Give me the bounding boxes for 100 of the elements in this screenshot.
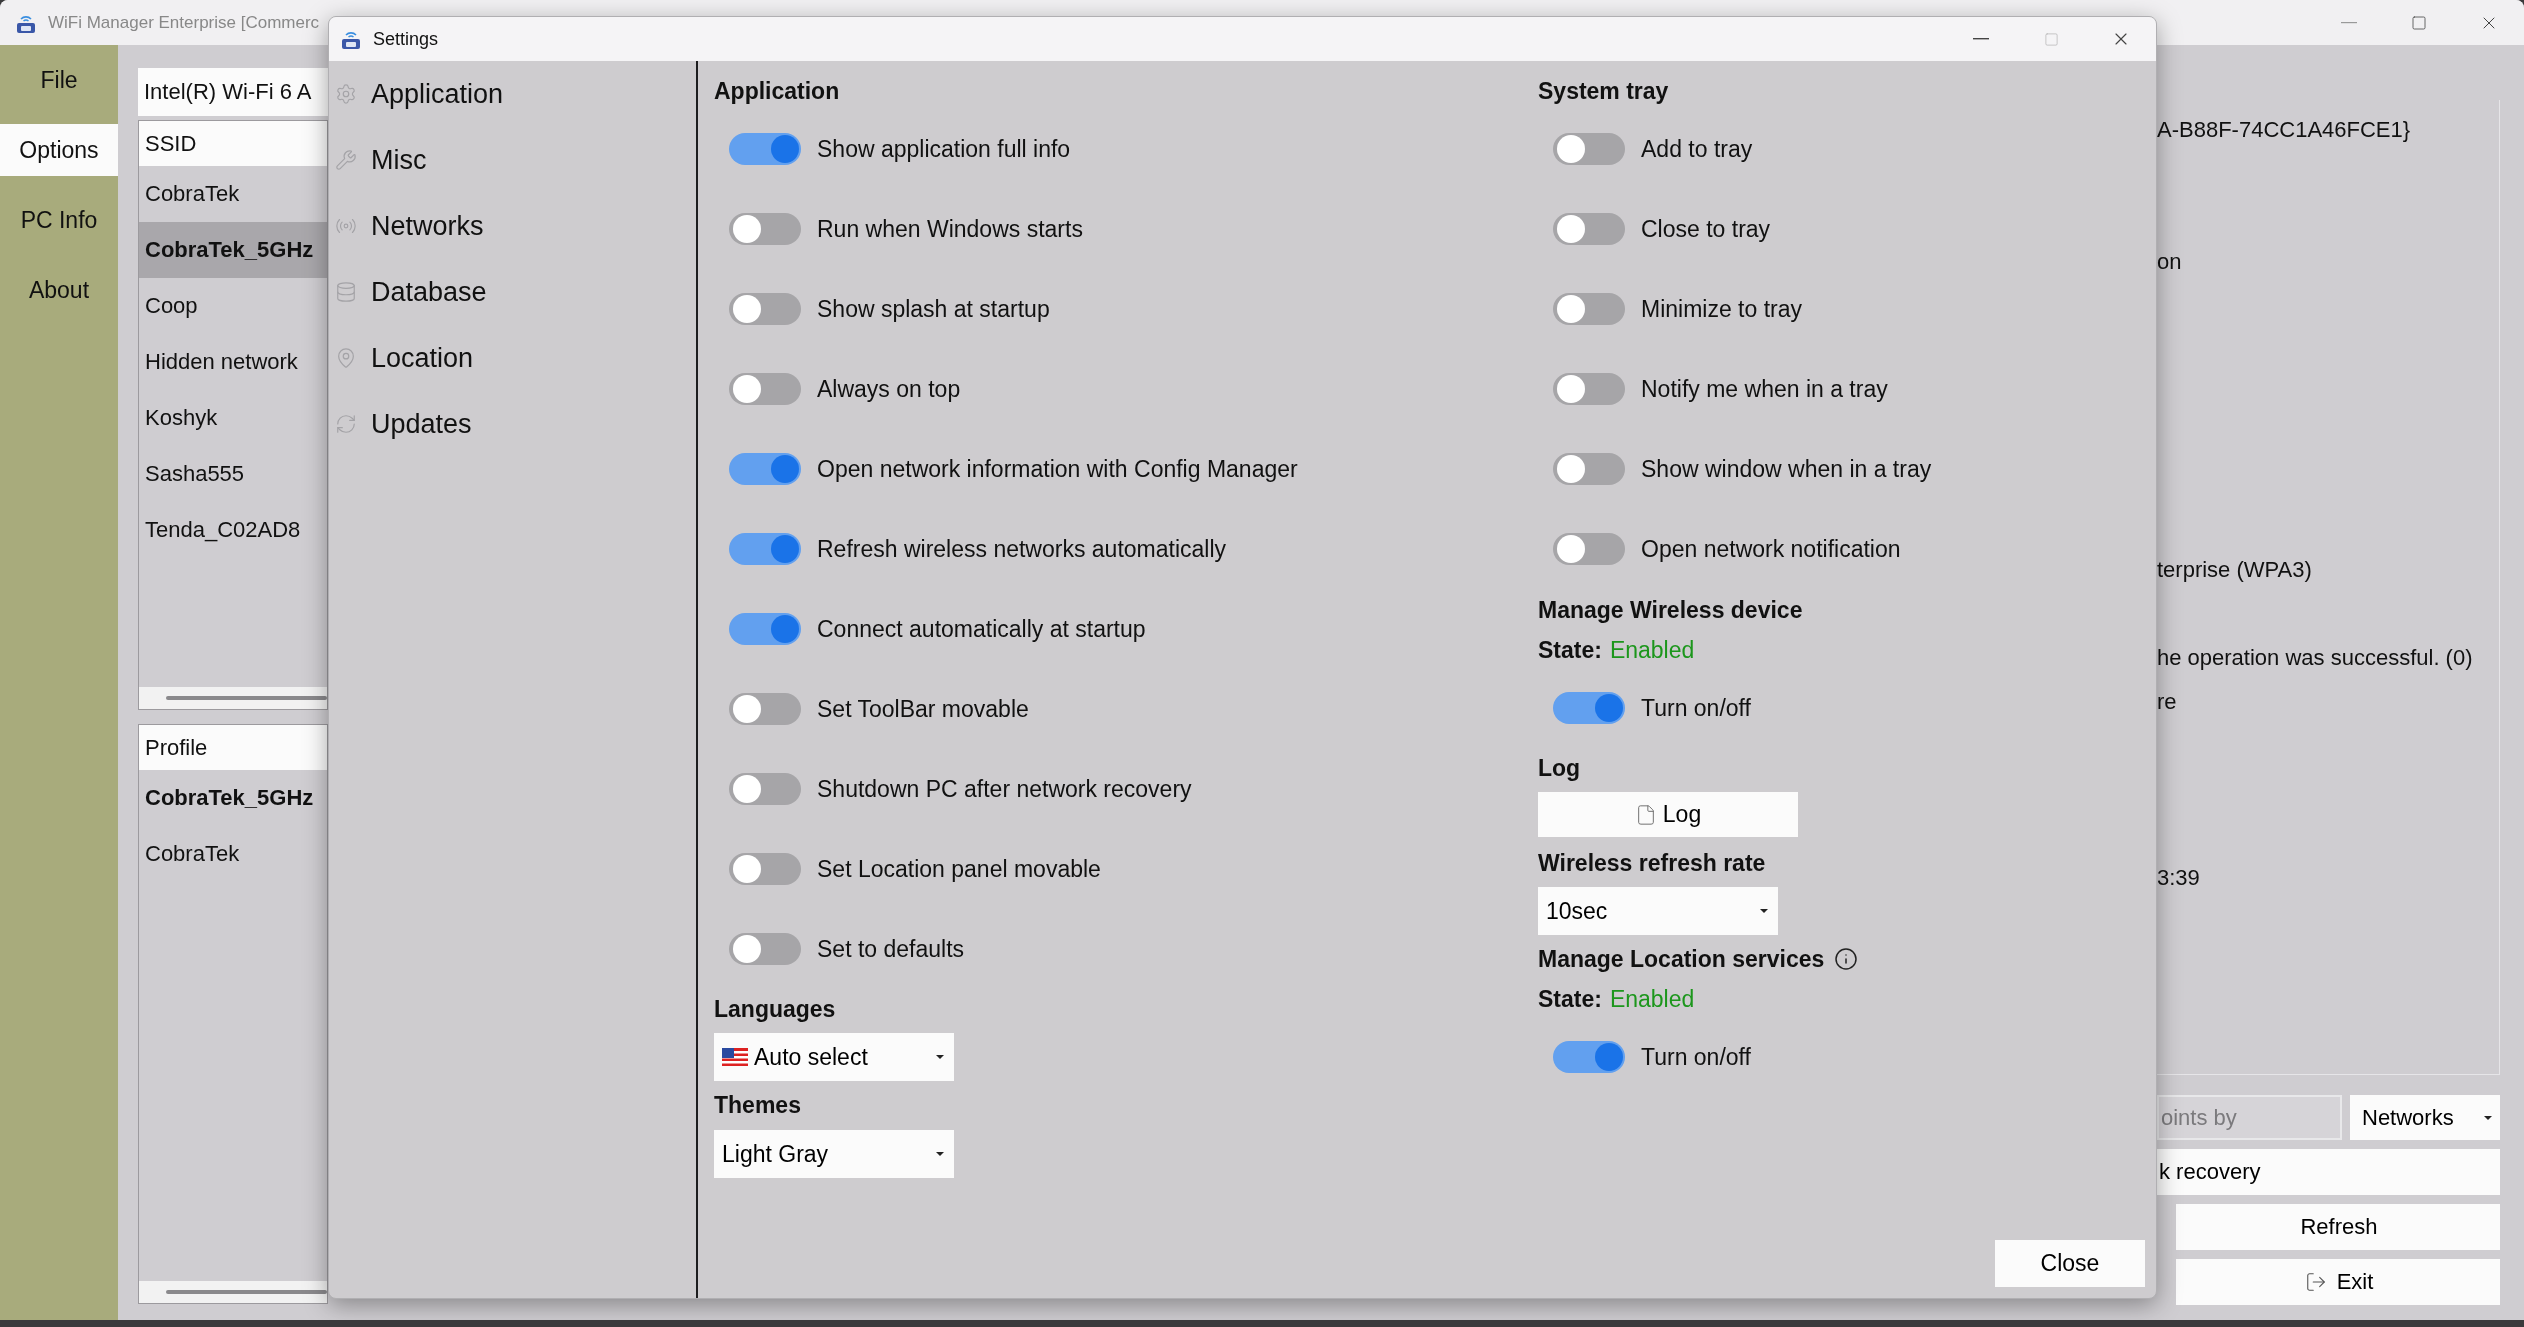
adapter-select[interactable]: Intel(R) Wi-Fi 6 A — [138, 68, 328, 116]
network-row[interactable]: Tenda_C02AD8 — [139, 502, 327, 558]
toggle-label: Open network information with Config Manager — [817, 455, 1298, 483]
toggle-switch[interactable] — [729, 453, 801, 485]
detail-text: re — [2157, 688, 2178, 716]
section-heading: System tray — [1538, 77, 1670, 106]
section-heading: Wireless refresh rate — [1538, 849, 1767, 878]
sidebar-tab[interactable]: Options — [0, 124, 118, 176]
database-icon — [335, 281, 357, 303]
state-label: State: — [1538, 636, 1602, 664]
toggle-label: Minimize to tray — [1641, 295, 1803, 323]
refresh-icon — [335, 413, 357, 435]
nav-item[interactable]: Updates — [329, 391, 696, 457]
nav-item[interactable]: Networks — [329, 193, 696, 259]
toggle-label: Always on top — [817, 375, 961, 403]
network-row[interactable]: CobraTek — [139, 166, 327, 222]
info-icon[interactable] — [1834, 947, 1859, 971]
close-button[interactable]: Close — [1995, 1240, 2145, 1287]
dropdown-caret-icon — [1760, 908, 1768, 914]
section-heading: Manage Wireless device — [1538, 596, 1804, 625]
toggle-label: Show window when in a tray — [1641, 455, 1932, 483]
sidebar-tab[interactable]: PC Info — [0, 194, 118, 246]
toggle-switch[interactable] — [729, 853, 801, 885]
view-dropdown[interactable]: Networks — [2350, 1095, 2500, 1140]
detail-text: he operation was successful. (0) — [2157, 644, 2474, 672]
toggle-label: Run when Windows starts — [817, 215, 1083, 243]
sidebar-tab[interactable]: File — [0, 54, 118, 106]
toggle-switch[interactable] — [729, 293, 801, 325]
profile-row[interactable]: CobraTek — [139, 826, 327, 882]
toggle-label: Close to tray — [1641, 215, 1771, 243]
search-field[interactable]: oints by — [2157, 1095, 2342, 1140]
minimize-icon — [1973, 38, 1989, 40]
dropdown-caret-icon — [936, 1054, 944, 1060]
minimize-icon — [2341, 21, 2357, 24]
horizontal-scrollbar[interactable] — [139, 1281, 327, 1303]
toggle-switch[interactable] — [729, 133, 801, 165]
toggle-switch[interactable] — [1553, 213, 1625, 245]
toggle-switch[interactable] — [729, 933, 801, 965]
gear-icon — [335, 83, 357, 105]
detail-text: on — [2157, 248, 2183, 276]
toggle-switch[interactable] — [729, 773, 801, 805]
column-header[interactable]: SSID — [139, 121, 327, 166]
section-heading: Application — [714, 77, 841, 106]
toggle-label: Open network notification — [1641, 535, 1901, 563]
maximize-icon — [2043, 31, 2059, 47]
network-row[interactable]: CobraTek_5GHz — [139, 222, 327, 278]
toggle-switch[interactable] — [729, 693, 801, 725]
section-heading: Themes — [714, 1091, 802, 1120]
log-button[interactable]: Log — [1538, 792, 1798, 837]
network-row[interactable]: Coop — [139, 278, 327, 334]
toggle-switch[interactable] — [1553, 453, 1625, 485]
toggle-switch[interactable] — [1553, 133, 1625, 165]
action-button[interactable]: Refresh — [2176, 1204, 2500, 1250]
network-row[interactable]: Koshyk — [139, 390, 327, 446]
toggle-label: Turn on/off — [1641, 1043, 1751, 1071]
maximize-icon — [2411, 14, 2427, 31]
state-label: State: — [1538, 985, 1602, 1013]
toggle-label: Shutdown PC after network recovery — [817, 775, 1192, 803]
toggle-label: Show splash at startup — [817, 295, 1050, 323]
tools-icon — [335, 149, 357, 171]
column-header[interactable]: Profile — [139, 725, 327, 770]
toggle-switch[interactable] — [1553, 533, 1625, 565]
dropdown-caret-icon — [2484, 1114, 2492, 1121]
profile-row[interactable]: CobraTek_5GHz — [139, 770, 327, 826]
language-dropdown[interactable]: Auto select — [714, 1033, 954, 1081]
dialog-title: Settings — [373, 28, 439, 50]
section-heading: Languages — [714, 995, 837, 1024]
network-row[interactable]: Hidden network — [139, 334, 327, 390]
toggle-switch[interactable] — [729, 613, 801, 645]
toggle-switch[interactable] — [1553, 293, 1625, 325]
toggle-switch[interactable] — [1553, 373, 1625, 405]
nav-item[interactable]: Database — [329, 259, 696, 325]
nav-item[interactable]: Application — [329, 61, 696, 127]
toggle-switch[interactable] — [1553, 1041, 1625, 1073]
detail-text: 3:39 — [2157, 864, 2201, 892]
detail-text: A-B88F-74CC1A46FCE1} — [2157, 116, 2412, 144]
state-value: Enabled — [1609, 636, 1695, 664]
exit-button[interactable]: Exit — [2176, 1259, 2500, 1305]
exit-icon — [2304, 1271, 2327, 1293]
toggle-label: Refresh wireless networks automatically — [817, 535, 1227, 563]
location-pin-icon — [335, 347, 357, 369]
toggle-switch[interactable] — [1553, 692, 1625, 724]
toggle-switch[interactable] — [729, 373, 801, 405]
toggle-label: Notify me when in a tray — [1641, 375, 1888, 403]
nav-item[interactable]: Location — [329, 325, 696, 391]
toggle-label: Set Location panel movable — [817, 855, 1101, 883]
toggle-label: Set ToolBar movable — [817, 695, 1029, 723]
refresh-rate-dropdown[interactable]: 10sec — [1538, 887, 1778, 935]
theme-dropdown[interactable]: Light Gray — [714, 1130, 954, 1178]
network-row[interactable]: Sasha555 — [139, 446, 327, 502]
flag-icon — [722, 1048, 748, 1066]
action-button[interactable]: k recovery — [2157, 1149, 2500, 1195]
toggle-switch[interactable] — [729, 213, 801, 245]
dropdown-caret-icon — [936, 1151, 944, 1157]
horizontal-scrollbar[interactable] — [139, 687, 327, 709]
nav-item[interactable]: Misc — [329, 127, 696, 193]
window-title: WiFi Manager Enterprise [Commerc — [48, 12, 320, 33]
sidebar-tab[interactable]: About — [0, 264, 118, 316]
toggle-label: Show application full info — [817, 135, 1071, 163]
toggle-switch[interactable] — [729, 533, 801, 565]
